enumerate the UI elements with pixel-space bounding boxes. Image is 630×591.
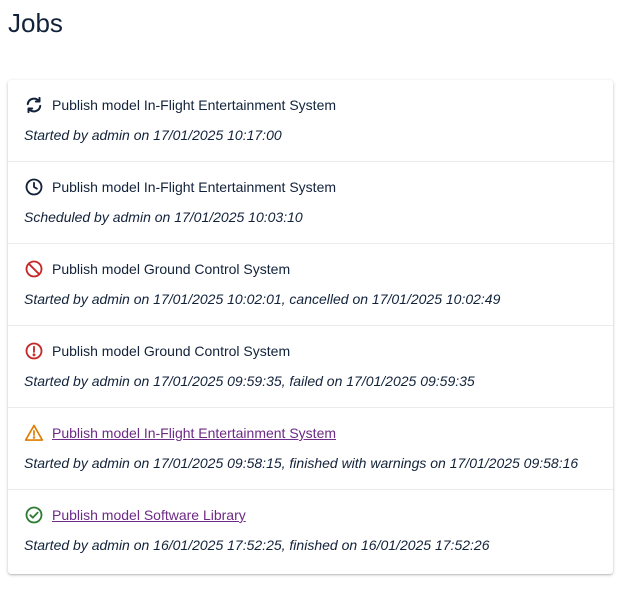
job-detail: Started by admin on 17/01/2025 09:58:15,… xyxy=(24,455,579,471)
jobs-page: Jobs Publish model In-Flight Entertainme… xyxy=(0,0,630,591)
page-title: Jobs xyxy=(8,8,63,38)
job-detail: Started by admin on 17/01/2025 09:59:35,… xyxy=(24,373,475,389)
warning-icon xyxy=(24,423,44,443)
sync-icon xyxy=(24,95,44,115)
clock-icon xyxy=(24,177,44,197)
job-title-link[interactable]: Publish model In-Flight Entertainment Sy… xyxy=(52,423,336,443)
jobs-list: Publish model In-Flight Entertainment Sy… xyxy=(8,80,613,574)
job-title: Publish model Ground Control System xyxy=(52,261,291,277)
job-detail: Started by admin on 17/01/2025 10:02:01,… xyxy=(24,291,501,307)
job-title: Publish model In-Flight Entertainment Sy… xyxy=(52,179,337,195)
error-icon xyxy=(24,341,44,361)
job-detail: Started by admin on 16/01/2025 17:52:25,… xyxy=(24,537,490,553)
job-title: Publish model Ground Control System xyxy=(52,343,291,359)
job-item: Publish model Software Library Started b… xyxy=(8,490,613,572)
job-item: Publish model In-Flight Entertainment Sy… xyxy=(8,80,613,162)
job-title-link[interactable]: Publish model Software Library xyxy=(52,505,246,525)
cancelled-icon xyxy=(24,259,44,279)
job-title: Publish model In-Flight Entertainment Sy… xyxy=(52,97,337,113)
check-circle-icon xyxy=(24,505,44,525)
job-detail: Started by admin on 17/01/2025 10:17:00 xyxy=(24,127,282,143)
job-item: Publish model In-Flight Entertainment Sy… xyxy=(8,408,613,490)
job-item: Publish model Ground Control System Star… xyxy=(8,244,613,326)
job-detail: Scheduled by admin on 17/01/2025 10:03:1… xyxy=(24,209,303,225)
job-item: Publish model In-Flight Entertainment Sy… xyxy=(8,162,613,244)
job-item: Publish model Ground Control System Star… xyxy=(8,326,613,408)
